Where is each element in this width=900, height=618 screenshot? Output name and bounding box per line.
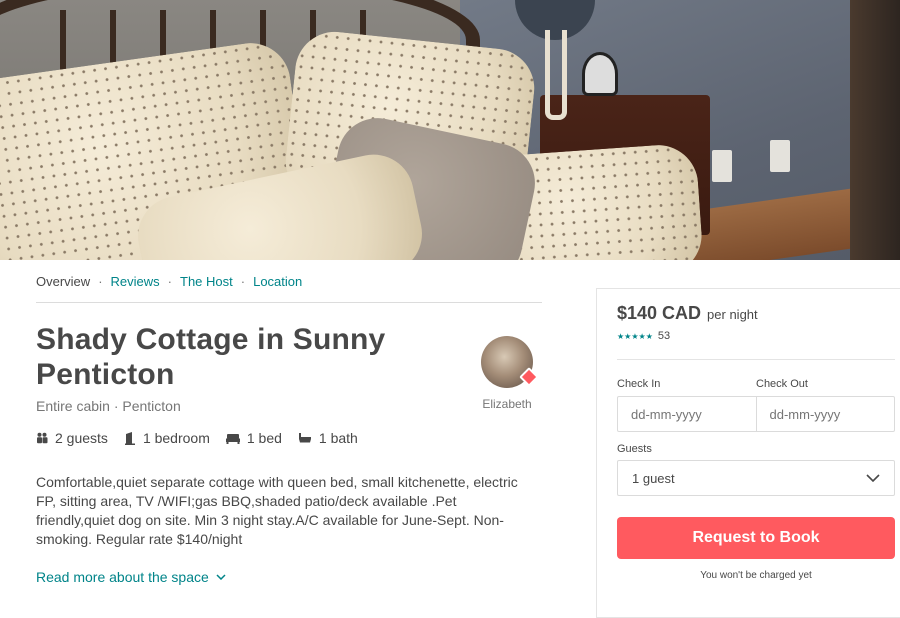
read-more-label[interactable]: Read more about the space [36, 569, 209, 585]
review-count[interactable]: 53 [658, 330, 670, 342]
guests-value[interactable]: 1 guest [632, 471, 675, 486]
card-divider [617, 359, 895, 360]
check-out-field[interactable]: dd-mm-yyyy [755, 397, 895, 431]
amenity-baths: 1 bath [298, 430, 358, 446]
listing-tabs: Overview · Reviews · The Host · Location [36, 274, 302, 289]
bath-icon [298, 433, 311, 443]
amenity-baths-label: 1 bath [318, 430, 358, 446]
superhost-badge-icon [519, 367, 539, 387]
guests-icon [37, 432, 48, 444]
guests-label: Guests [617, 443, 652, 455]
photo-door [850, 0, 900, 260]
tab-overview[interactable]: Overview [36, 274, 90, 289]
listing-subtitle: Entire cabin · Penticton [36, 398, 181, 414]
amenity-guests-label: 2 guests [55, 430, 108, 446]
bedroom-icon [124, 431, 135, 445]
date-range-picker: dd-mm-yyyy dd-mm-yyyy [617, 396, 895, 432]
amenity-beds: 1 bed [225, 430, 282, 446]
listing-title: Shady Cottage in Sunny Penticton [36, 323, 386, 391]
host-name[interactable]: Elizabeth [476, 397, 538, 411]
tab-separator: · [98, 274, 103, 289]
host-profile[interactable]: Elizabeth [476, 336, 539, 411]
guests-select[interactable]: 1 guest [617, 460, 895, 496]
check-in-label: Check In [617, 378, 661, 390]
no-charge-note: You won't be charged yet [700, 570, 812, 581]
listing-description: Comfortable,quiet separate cottage with … [36, 474, 518, 547]
tab-separator: · [167, 274, 172, 289]
chevron-down-icon[interactable] [866, 474, 880, 482]
tab-location[interactable]: Location [253, 274, 302, 289]
host-avatar[interactable] [481, 336, 539, 388]
read-more-link[interactable]: Read more about the space [36, 569, 226, 585]
tabs-divider [36, 302, 542, 303]
star-rating-icon: ★★★★★ [617, 331, 653, 341]
tab-the-host[interactable]: The Host [180, 274, 233, 289]
bed-icon [225, 433, 240, 444]
photo-outlet [770, 140, 790, 172]
amenities-summary: 2 guests 1 bedroom 1 bed 1 bath [36, 430, 374, 446]
photo-lamp-stand [545, 30, 567, 120]
price-unit: per night [707, 307, 758, 322]
request-to-book-button[interactable]: Request to Book [617, 517, 895, 559]
amenity-beds-label: 1 bed [246, 430, 282, 446]
chevron-down-icon[interactable] [216, 574, 226, 580]
nightly-price: $140 CAD per night [617, 303, 758, 324]
tab-separator: · [240, 274, 246, 289]
tab-reviews[interactable]: Reviews [111, 274, 160, 289]
booking-card: $140 CAD per night ★★★★★ 53 Check In Che… [596, 288, 900, 618]
check-in-field[interactable]: dd-mm-yyyy [618, 397, 756, 431]
photo-outlet [712, 150, 732, 182]
amenity-guests: 2 guests [36, 430, 108, 446]
rating-summary[interactable]: ★★★★★ 53 [617, 330, 670, 342]
amenity-bedrooms-label: 1 bedroom [142, 430, 210, 446]
photo-clock [582, 52, 618, 96]
price-amount: $140 CAD [617, 303, 702, 323]
check-out-label: Check Out [756, 378, 808, 390]
amenity-bedrooms: 1 bedroom [124, 430, 210, 446]
listing-hero-photo[interactable] [0, 0, 900, 260]
